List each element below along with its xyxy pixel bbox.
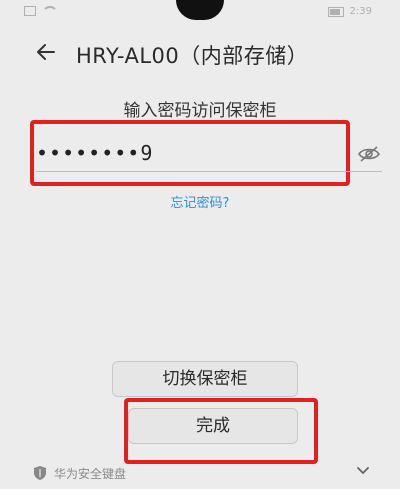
screen: 2:39 HRY-AL00（内部存储） 输入密码访问保密柜 忘记密码? 切换保密… [0,0,400,489]
password-input[interactable] [36,140,336,166]
done-highlight-box [124,398,318,464]
wifi-icon [42,6,58,16]
secure-keyboard-bar: 华为安全键盘 [20,462,380,484]
sim-icon [24,6,36,16]
arrow-left-icon [37,44,55,60]
shield-icon [34,466,46,480]
eye-hidden-icon[interactable] [357,144,381,164]
password-prompt: 输入密码访问保密柜 [123,101,277,121]
forgot-password-link[interactable]: 忘记密码? [0,192,400,211]
secure-keyboard-label: 华为安全键盘 [54,467,127,481]
back-button[interactable] [32,38,60,66]
status-time: 2:39 [349,6,372,17]
chevron-down-icon[interactable] [356,466,370,476]
password-field-container [30,120,382,186]
page-title: HRY-AL00（内部存储） [76,44,309,68]
password-underline [36,171,382,172]
switch-vault-button[interactable]: 切换保密柜 [112,361,298,397]
top-bar: HRY-AL00（内部存储） [0,30,400,74]
status-left [24,6,58,16]
battery-icon [327,6,344,17]
status-right: 2:39 [327,6,372,17]
status-bar: 2:39 [0,0,400,26]
